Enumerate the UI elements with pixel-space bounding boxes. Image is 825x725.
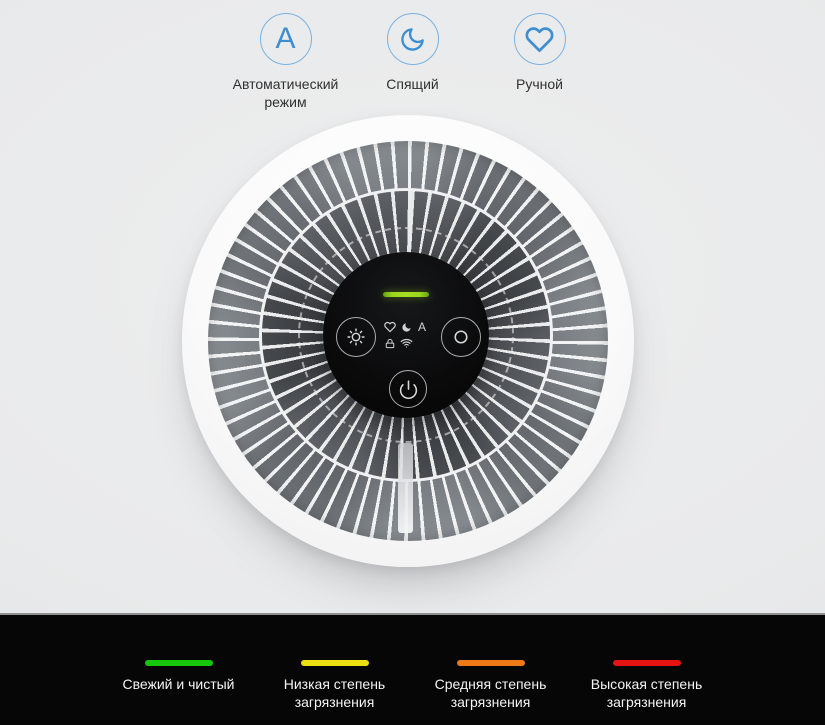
legend-line-red — [613, 660, 681, 666]
auto-mode-icon[interactable]: A — [260, 13, 312, 65]
moon-icon — [401, 322, 412, 333]
mode-selector: A Автоматический режим Спящий Ручной — [0, 13, 825, 111]
power-icon — [398, 379, 419, 400]
panel-indicator-cluster: A — [382, 321, 430, 349]
legend-row: Свежий и чистый Низкая степень загрязнен… — [0, 615, 825, 711]
wifi-icon — [400, 337, 413, 349]
brightness-button[interactable] — [336, 317, 376, 357]
sleep-mode-icon[interactable] — [387, 13, 439, 65]
legend-line-green — [145, 660, 213, 666]
air-purifier-device: A — [182, 115, 634, 567]
auto-indicator: A — [418, 321, 426, 333]
control-panel: A — [323, 252, 489, 418]
mode-auto-label: Автоматический режим — [227, 75, 345, 111]
legend-line-yellow — [301, 660, 369, 666]
mode-sleep-label: Спящий — [386, 75, 438, 93]
legend-line-orange — [457, 660, 525, 666]
legend-label: Высокая степень загрязнения — [576, 675, 718, 711]
legend-label: Низкая степень загрязнения — [264, 675, 406, 711]
power-button[interactable] — [389, 370, 427, 408]
auto-letter: A — [275, 24, 295, 54]
legend-label: Свежий и чистый — [122, 675, 234, 693]
legend-item-high: Высокая степень загрязнения — [569, 660, 725, 711]
brightness-icon — [346, 327, 366, 347]
manual-mode-icon[interactable] — [514, 13, 566, 65]
legend-item-fresh: Свежий и чистый — [101, 660, 257, 711]
panel-layer: A — [208, 141, 608, 541]
air-quality-legend: Свежий и чистый Низкая степень загрязнен… — [0, 613, 825, 725]
legend-item-medium: Средняя степень загрязнения — [413, 660, 569, 711]
lock-icon — [385, 338, 395, 349]
fan-speed-button[interactable] — [441, 317, 481, 357]
mode-sleep[interactable]: Спящий — [349, 13, 476, 111]
legend-label: Средняя степень загрязнения — [420, 675, 562, 711]
mode-auto[interactable]: A Автоматический режим — [222, 13, 349, 111]
fan-speed-icon — [450, 326, 472, 348]
moon-icon — [399, 26, 426, 53]
mode-manual-label: Ручной — [516, 75, 563, 93]
heart-icon — [384, 321, 396, 333]
heart-icon — [525, 25, 554, 54]
air-quality-status-line — [383, 292, 429, 297]
legend-item-low: Низкая степень загрязнения — [257, 660, 413, 711]
mode-manual[interactable]: Ручной — [476, 13, 603, 111]
